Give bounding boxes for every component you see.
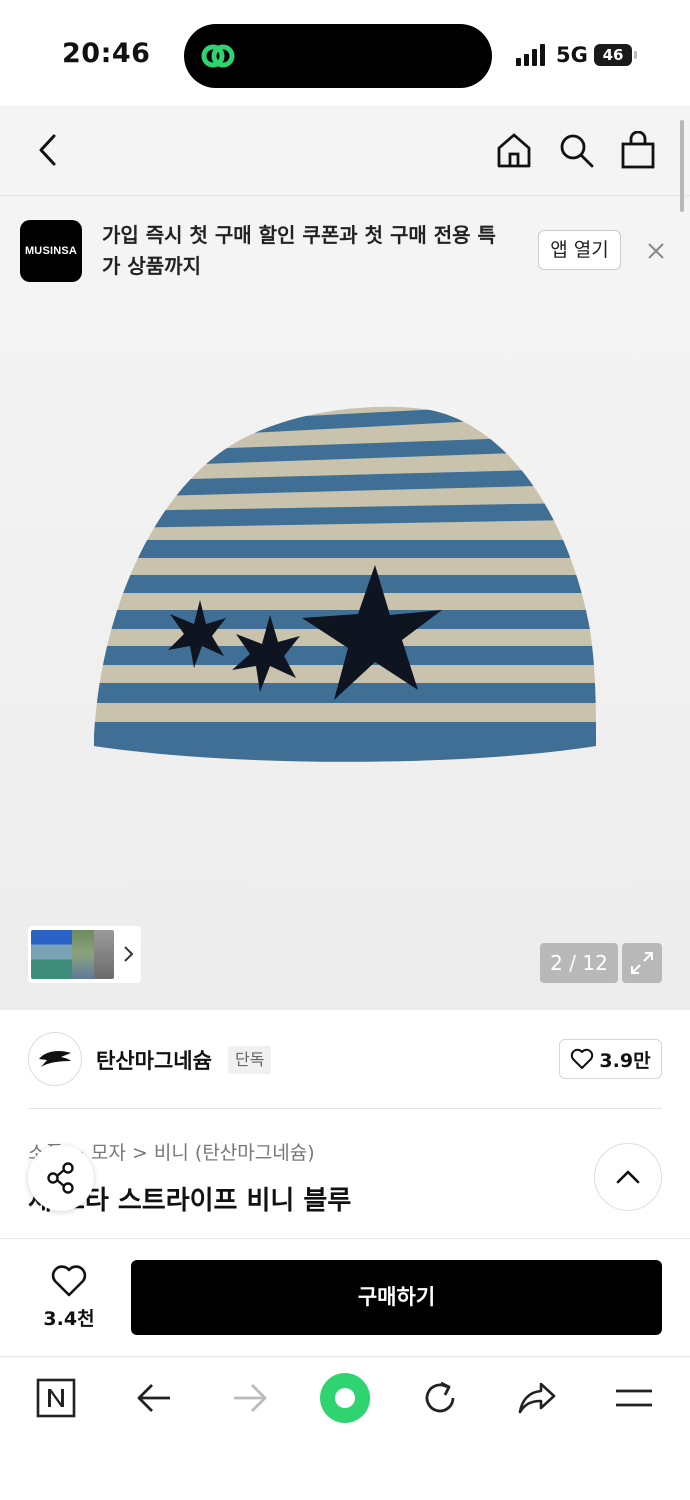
menu-icon xyxy=(616,1389,652,1407)
banner-message: 가입 즉시 첫 구매 할인 쿠폰과 첫 구매 전용 특가 상품까지 xyxy=(102,223,496,278)
battery-icon: 46 xyxy=(594,44,632,66)
browser-share-button[interactable] xyxy=(513,1374,561,1422)
expand-icon xyxy=(631,952,653,974)
share-button[interactable] xyxy=(28,1145,94,1211)
thumbnail-strip[interactable] xyxy=(28,926,141,983)
shopping-bag-icon xyxy=(621,131,655,169)
beanie-product-image xyxy=(94,406,596,762)
musinsa-logo: MUSINSA xyxy=(20,220,82,282)
heart-icon xyxy=(51,1265,87,1297)
share-arrow-icon xyxy=(518,1382,556,1414)
dynamic-island xyxy=(184,24,492,88)
chevron-right-icon xyxy=(124,946,134,962)
product-like-count: 3.4천 xyxy=(43,1308,95,1330)
brand-like-button[interactable]: 3.9만 xyxy=(559,1039,662,1079)
expand-image-button[interactable] xyxy=(622,943,662,983)
thumbnail-1[interactable] xyxy=(31,930,75,979)
cart-button[interactable] xyxy=(616,128,660,172)
status-bar: 20:46 5G 46 xyxy=(0,0,690,106)
scroll-to-top-button[interactable] xyxy=(594,1143,662,1211)
status-time: 20:46 xyxy=(62,38,151,69)
chevron-left-icon xyxy=(39,134,56,166)
divider xyxy=(28,1108,662,1109)
product-like-button[interactable]: 3.4천 xyxy=(36,1262,102,1332)
close-icon xyxy=(648,243,664,259)
search-button[interactable] xyxy=(554,128,598,172)
home-icon xyxy=(497,133,531,168)
arrow-left-icon xyxy=(137,1384,170,1412)
exclusive-badge: 단독 xyxy=(228,1046,272,1074)
link-app-icon xyxy=(201,44,235,68)
naver-home-button[interactable] xyxy=(32,1374,80,1422)
home-button[interactable] xyxy=(492,128,536,172)
brand-logo[interactable] xyxy=(28,1032,82,1086)
refresh-button[interactable] xyxy=(416,1374,464,1422)
share-icon xyxy=(47,1162,74,1194)
refresh-icon xyxy=(425,1381,455,1413)
heart-icon xyxy=(571,1048,594,1069)
close-banner-button[interactable] xyxy=(642,237,670,265)
open-app-button[interactable]: 앱 열기 xyxy=(538,230,621,270)
brand-logo-icon xyxy=(39,1051,71,1067)
browser-forward-button[interactable] xyxy=(226,1374,274,1422)
brand-name[interactable]: 탄산마그네슘 xyxy=(96,1045,212,1075)
search-icon xyxy=(560,134,594,168)
arrow-right-icon xyxy=(234,1384,267,1412)
buy-button[interactable]: 구매하기 xyxy=(131,1260,662,1335)
page-scrollbar[interactable] xyxy=(680,120,684,212)
image-counter: 2 / 12 xyxy=(540,943,618,983)
back-button[interactable] xyxy=(26,128,70,172)
chevron-up-icon xyxy=(616,1170,640,1184)
thumbnail-2[interactable] xyxy=(72,930,96,979)
thumbnail-3[interactable] xyxy=(94,930,114,979)
green-dot-button[interactable] xyxy=(319,1372,371,1424)
nav-header xyxy=(0,106,690,196)
brand-like-count: 3.9만 xyxy=(599,1049,651,1072)
signal-icon xyxy=(516,44,545,66)
battery-tip xyxy=(634,51,637,59)
menu-button[interactable] xyxy=(610,1374,658,1422)
naver-n-icon xyxy=(36,1378,76,1418)
browser-back-button[interactable] xyxy=(130,1374,178,1422)
green-dot-icon xyxy=(320,1373,370,1423)
network-type: 5G xyxy=(556,43,588,67)
